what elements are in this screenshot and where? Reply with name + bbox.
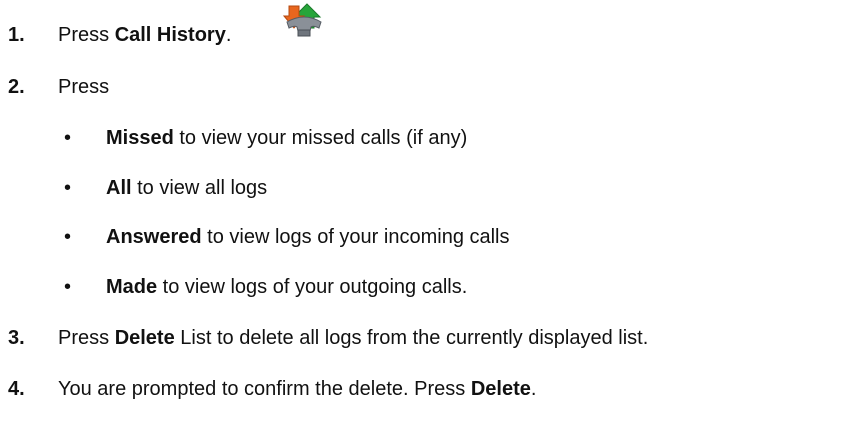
bullet-keyword: Answered bbox=[106, 226, 202, 248]
bullet-icon: • bbox=[64, 226, 72, 248]
step-number: 3. bbox=[8, 327, 25, 349]
step-1-prefix: Press bbox=[58, 24, 115, 46]
step-text: Press Delete List to delete all logs fro… bbox=[58, 323, 648, 353]
step-1-suffix: . bbox=[225, 24, 232, 46]
step-number: 4. bbox=[8, 378, 25, 400]
step-4-delete-label: Delete bbox=[470, 378, 531, 400]
step-number: 2. bbox=[8, 76, 25, 98]
bullet-text: Made to view logs of your outgoing calls… bbox=[106, 272, 467, 302]
step-4-suffix: . bbox=[530, 378, 537, 400]
step-text: Press Call History. bbox=[58, 20, 231, 50]
step-3-suffix: List to delete all logs from the current… bbox=[174, 327, 649, 349]
step-text: Press bbox=[58, 76, 110, 98]
step-3-prefix: Press bbox=[58, 327, 115, 349]
bullet-text: Answered to view logs of your incoming c… bbox=[106, 222, 510, 252]
bullet-description: to view all logs bbox=[131, 177, 268, 199]
step-number: 1. bbox=[8, 24, 25, 46]
bullet-description: to view logs of your outgoing calls. bbox=[157, 276, 468, 298]
step-4-prefix: You are prompted to confirm the delete. … bbox=[58, 378, 471, 400]
call-history-icon bbox=[283, 3, 322, 37]
bullet-icon: • bbox=[64, 177, 72, 199]
bullet-description: to view logs of your incoming calls bbox=[201, 226, 510, 248]
step-3-delete-label: Delete bbox=[114, 327, 175, 349]
bullet-icon: • bbox=[64, 276, 72, 298]
bullet-keyword: All bbox=[106, 177, 132, 199]
step-text: You are prompted to confirm the delete. … bbox=[58, 374, 536, 404]
step-1-call-history-label: Call History bbox=[114, 24, 226, 46]
bullet-keyword: Missed bbox=[106, 127, 174, 149]
bullet-icon: • bbox=[64, 127, 72, 149]
bullet-description: to view your missed calls (if any) bbox=[173, 127, 468, 149]
bullet-text: Missed to view your missed calls (if any… bbox=[106, 123, 467, 153]
bullet-text: All to view all logs bbox=[106, 173, 267, 203]
bullet-keyword: Made bbox=[106, 276, 158, 298]
